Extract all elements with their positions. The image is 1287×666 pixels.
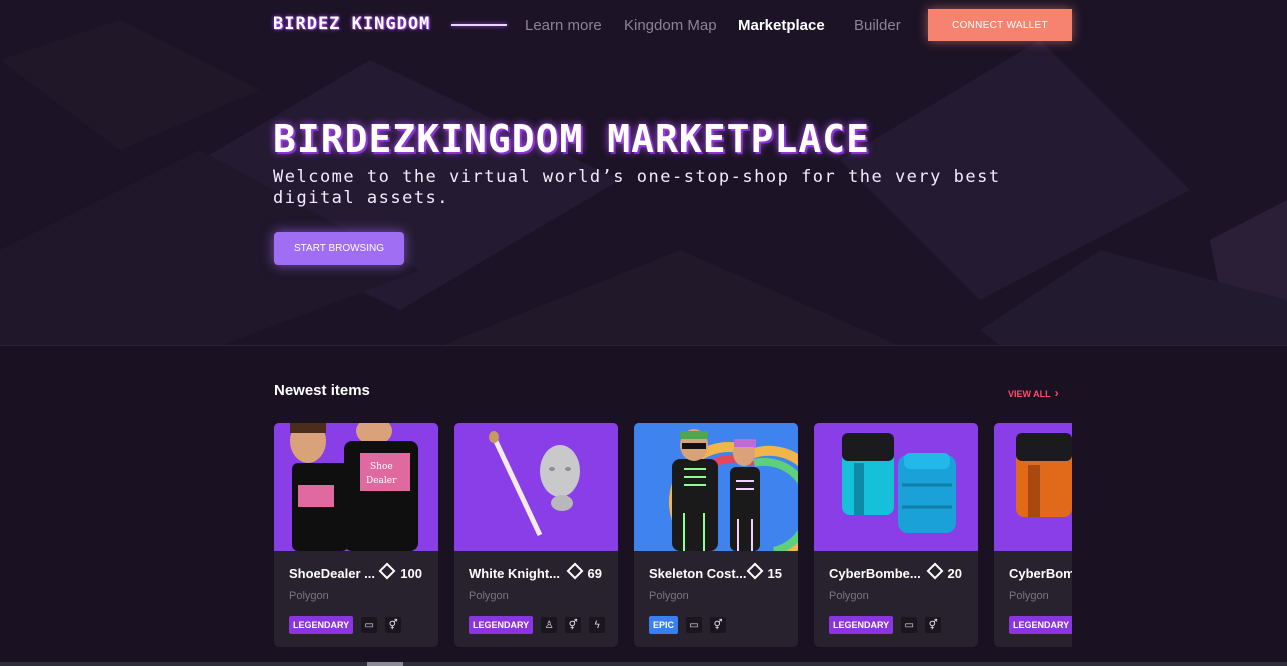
mana-icon — [378, 562, 396, 580]
item-price: 15 — [746, 562, 782, 581]
section-title: Newest items — [274, 382, 370, 399]
item-network: Polygon — [1009, 590, 1049, 602]
item-image — [634, 423, 798, 551]
rarity-badge: LEGENDARY — [469, 616, 534, 634]
item-network: Polygon — [649, 590, 689, 602]
nav-link-marketplace[interactable]: Marketplace — [738, 17, 825, 34]
item-price-value: 100 — [400, 566, 422, 581]
scrollbar-thumb[interactable] — [367, 662, 403, 666]
gender-icon: ⚥ — [385, 617, 402, 633]
hero-subtitle: Welcome to the virtual world’s one-stop-… — [273, 167, 1001, 208]
rarity-badge: LEGENDARY — [829, 616, 894, 634]
item-tags: EPIC ▭ ⚥ — [649, 616, 727, 634]
start-browsing-button[interactable]: START BROWSING — [274, 232, 404, 265]
item-network: Polygon — [289, 590, 329, 602]
nav-link-kingdom-map[interactable]: Kingdom Map — [624, 17, 717, 34]
item-tags: LEGENDARY ▭ ⚥ — [289, 616, 402, 634]
item-price-value: 20 — [947, 566, 962, 581]
view-all-label: VIEW ALL — [1008, 389, 1051, 399]
connect-wallet-button[interactable]: CONNECT WALLET — [928, 9, 1072, 41]
item-name: CyberBomb — [1009, 566, 1072, 581]
item-price-value: 69 — [587, 566, 602, 581]
newest-items-carousel: Shoe Dealer ShoeDealer ... 100 Polygon L… — [274, 423, 1072, 649]
nav-link-learn-more[interactable]: Learn more — [525, 17, 602, 34]
wearable-icon: ▭ — [901, 617, 918, 633]
gender-icon: ⚥ — [710, 617, 727, 633]
mana-icon — [926, 562, 944, 580]
item-name: ShoeDealer ... — [289, 566, 375, 581]
gender-icon: ⚥ — [925, 617, 942, 633]
nav-link-builder[interactable]: Builder — [854, 17, 901, 34]
gender-icon: ⚥ — [565, 617, 582, 633]
top-nav: BIRDEZ KINGDOM Learn more Kingdom Map Ma… — [0, 0, 1287, 50]
item-price: 100 — [378, 562, 422, 581]
view-all-link[interactable]: VIEW ALL › — [1008, 386, 1059, 400]
hero-divider — [0, 345, 1287, 346]
item-name: Skeleton Cost... — [649, 566, 747, 581]
earring-icon: ♙ — [541, 617, 558, 633]
wearable-icon: ▭ — [361, 617, 378, 633]
svg-text:Dealer: Dealer — [366, 476, 397, 486]
item-image — [454, 423, 618, 551]
item-card[interactable]: Skeleton Cost... 15 Polygon EPIC ▭ ⚥ — [634, 423, 798, 647]
mana-icon — [746, 562, 764, 580]
item-name: CyberBombe... — [829, 566, 921, 581]
item-price: 69 — [566, 562, 602, 581]
item-price-value: 15 — [767, 566, 782, 581]
item-card[interactable]: Shoe Dealer ShoeDealer ... 100 Polygon L… — [274, 423, 438, 647]
horizontal-scrollbar[interactable] — [0, 662, 1287, 666]
item-tags: LEGENDARY ▭ ⚥ — [829, 616, 942, 634]
rarity-badge: LEGENDARY — [289, 616, 354, 634]
item-price: 20 — [926, 562, 962, 581]
item-card[interactable]: CyberBomb Polygon LEGENDARY — [994, 423, 1072, 647]
item-tags: LEGENDARY — [1009, 616, 1072, 634]
item-tags: LEGENDARY ♙ ⚥ ϟ — [469, 616, 606, 634]
item-network: Polygon — [829, 590, 869, 602]
logo[interactable]: BIRDEZ KINGDOM — [273, 14, 430, 34]
logo-underline — [451, 24, 507, 26]
item-card[interactable]: White Knight... 69 Polygon LEGENDARY ♙ ⚥… — [454, 423, 618, 647]
item-name: White Knight... — [469, 566, 560, 581]
item-image — [994, 423, 1072, 551]
chevron-right-icon: › — [1054, 386, 1059, 400]
rarity-badge: LEGENDARY — [1009, 616, 1072, 634]
svg-text:Shoe: Shoe — [370, 462, 393, 472]
hero-title: BIRDEZKINGDOM MARKETPLACE — [273, 117, 870, 161]
wearable-icon: ▭ — [686, 617, 703, 633]
mana-icon — [566, 562, 584, 580]
item-card[interactable]: CyberBombe... 20 Polygon LEGENDARY ▭ ⚥ — [814, 423, 978, 647]
lightning-icon: ϟ — [589, 617, 606, 633]
item-image: Shoe Dealer — [274, 423, 438, 551]
item-network: Polygon — [469, 590, 509, 602]
rarity-badge: EPIC — [649, 616, 679, 634]
item-image — [814, 423, 978, 551]
